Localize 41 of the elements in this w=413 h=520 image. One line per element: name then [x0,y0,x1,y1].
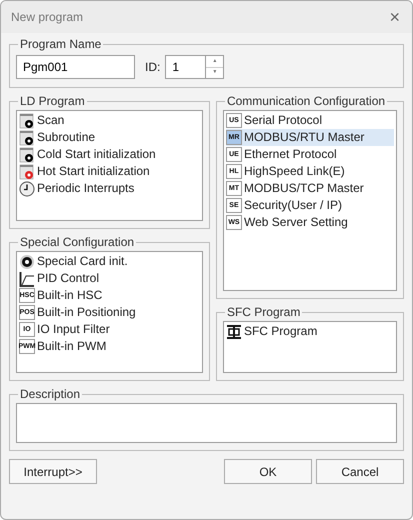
list-item[interactable]: Built-in HSC [37,287,102,304]
list-item[interactable]: Cold Start initialization [37,146,156,163]
list-item[interactable]: Built-in PWM [37,338,106,355]
group-title: Description [19,387,82,401]
list-item[interactable]: Special Card init. [37,253,128,270]
id-field[interactable]: 1 [165,55,206,79]
list-item[interactable]: MODBUS/TCP Master [244,180,364,197]
list-item[interactable]: Subroutine [37,129,96,146]
group-title: Program Name [19,37,102,51]
id-label: ID: [145,59,160,76]
page-icon [19,146,35,162]
list-item[interactable]: Ethernet Protocol [244,146,337,163]
list-item[interactable]: Built-in Positioning [37,304,136,321]
list-item[interactable]: SFC Program [244,323,318,340]
list-item[interactable]: IO Input Filter [37,321,110,338]
list-item[interactable]: PID Control [37,270,100,287]
list-item[interactable]: Hot Start initialization [37,163,150,180]
ok-button[interactable]: OK [224,459,312,484]
list-item[interactable]: Scan [37,112,64,129]
group-title: Communication Configuration [226,94,386,108]
list-item[interactable]: Periodic Interrupts [37,180,134,197]
group-title: Special Configuration [19,235,136,249]
group-title: SFC Program [226,305,302,319]
description-field[interactable] [16,403,397,443]
program-name-field[interactable]: Pgm001 [16,55,135,79]
cancel-button[interactable]: Cancel [316,459,404,484]
close-button[interactable]: × [387,8,402,26]
page-icon [19,164,35,180]
list-item[interactable]: HighSpeed Link(E) [244,163,345,180]
page-icon [19,130,35,146]
list-item[interactable]: Web Server Setting [244,214,348,231]
sfc-icon [226,324,242,340]
clock-icon [19,180,35,196]
interrupt-button[interactable]: Interrupt>> [9,459,97,484]
list-item[interactable]: Security(User / IP) [244,197,342,214]
group-title: LD Program [19,94,86,108]
curve-icon [19,270,35,286]
window-title: New program [11,9,84,26]
list-item[interactable]: Serial Protocol [244,112,322,129]
dial-icon [19,254,35,270]
page-icon [19,112,35,128]
